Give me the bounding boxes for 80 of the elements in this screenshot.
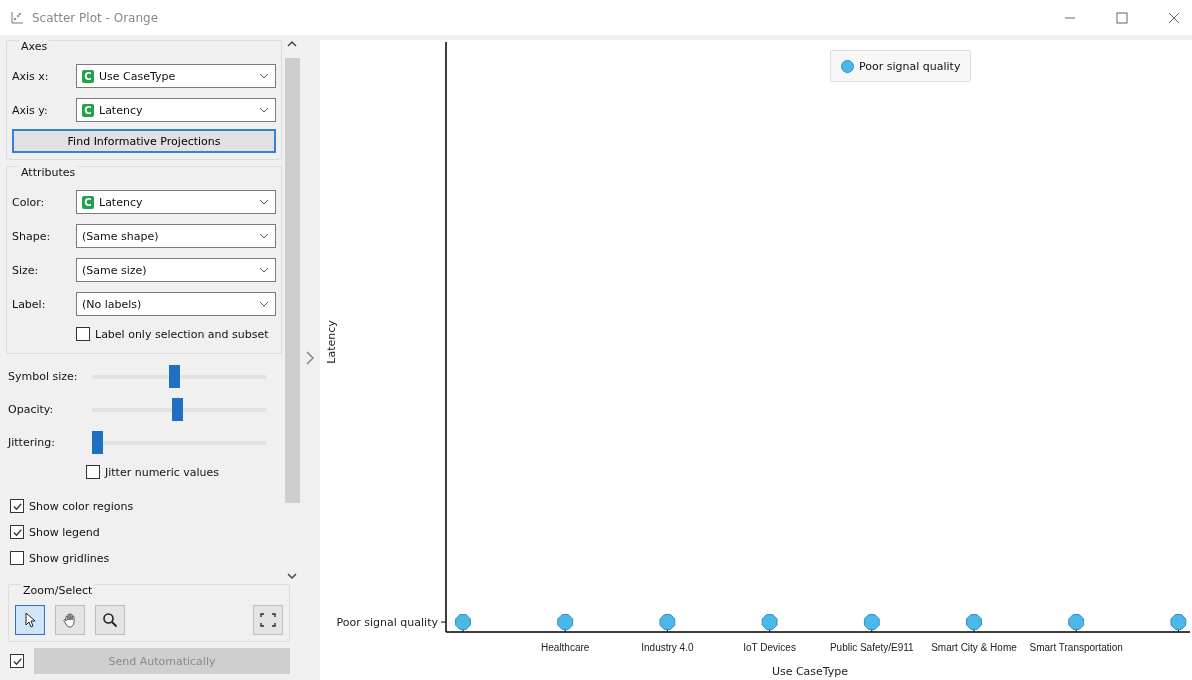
pan-tool-button[interactable]	[55, 605, 85, 635]
slider-label: Jittering:	[8, 436, 56, 449]
field-label: Label:	[12, 297, 47, 311]
data-point	[557, 614, 574, 630]
dropdown[interactable]: C Use CaseType	[76, 64, 277, 88]
scatter-icon	[10, 10, 24, 25]
pointer-tool-button[interactable]	[15, 605, 45, 635]
scroll-down-icon[interactable]	[287, 572, 298, 580]
group-title: Attributes	[19, 166, 78, 179]
checkbox-label: Show gridlines	[29, 551, 110, 565]
x-tick-label: Healthcare	[541, 642, 590, 653]
checkbox[interactable]	[76, 327, 90, 341]
variable-type-badge: C	[82, 195, 94, 209]
hand-icon	[62, 612, 78, 628]
legend-dot	[841, 59, 854, 73]
slider[interactable]	[92, 431, 266, 454]
x-tick-label: Smart City & Home	[931, 642, 1017, 653]
field-label: Axis x:	[12, 69, 50, 83]
group-title: Axes	[19, 40, 50, 53]
data-point	[761, 614, 778, 630]
fullscreen-icon	[260, 613, 276, 627]
y-axis-title: Latency	[325, 320, 338, 364]
data-point	[966, 614, 982, 630]
slider-thumb[interactable]	[172, 398, 183, 421]
data-point	[1170, 614, 1187, 630]
zoom-tool-button[interactable]	[95, 605, 125, 635]
checkbox[interactable]	[10, 551, 24, 565]
caret-icon	[259, 199, 270, 205]
search-icon	[102, 612, 118, 628]
checkbox[interactable]	[10, 499, 24, 513]
find-projections-button[interactable]: Find Informative Projections	[12, 129, 277, 153]
dropdown[interactable]: (Same size)	[76, 258, 277, 282]
slider-label: Opacity:	[8, 403, 55, 416]
x-tick-label: IoT Devices	[743, 642, 796, 653]
checkbox-label: Label only selection and subset	[95, 327, 269, 341]
variable-type-badge: C	[82, 103, 94, 117]
x-tick-label: Public Safety/E911	[829, 642, 914, 653]
field-label: Color:	[12, 195, 46, 209]
slider-thumb[interactable]	[92, 431, 103, 454]
x-tick-label: Industry 4.0	[641, 642, 694, 653]
reset-zoom-button[interactable]	[253, 605, 283, 635]
checkbox-label: Jitter numeric values	[105, 465, 220, 479]
variable-type-badge: C	[82, 69, 94, 83]
y-tick-label: Poor signal quality	[336, 616, 438, 629]
data-point	[455, 614, 471, 630]
group-title: Zoom/Select	[21, 584, 95, 597]
slider[interactable]	[92, 398, 266, 421]
field-label: Axis y:	[12, 103, 49, 117]
caret-icon	[259, 233, 270, 239]
dropdown[interactable]: C Latency	[76, 190, 277, 214]
expand-panel-icon[interactable]	[305, 350, 315, 365]
slider-thumb[interactable]	[168, 365, 180, 388]
window-title: Scatter Plot - Orange	[32, 10, 159, 25]
slider[interactable]	[92, 365, 266, 388]
data-point	[1068, 614, 1085, 630]
slider-label: Symbol size:	[8, 370, 79, 383]
x-tick-label: Smart Transportation	[1029, 642, 1123, 653]
scrollbar-thumb[interactable]	[284, 58, 300, 503]
pointer-icon	[23, 612, 37, 628]
maximize-icon[interactable]	[1116, 11, 1128, 24]
scroll-up-icon[interactable]	[287, 40, 298, 48]
field-label: Size:	[12, 263, 40, 277]
dropdown[interactable]: (Same shape)	[76, 224, 277, 248]
checkbox-label: Show color regions	[29, 499, 134, 513]
caret-icon	[259, 267, 270, 273]
x-axis-title: Use CaseType	[771, 665, 849, 678]
checkbox-label: Show legend	[29, 525, 100, 539]
data-point	[863, 614, 880, 630]
legend-label: Poor signal quality	[859, 59, 961, 73]
dropdown[interactable]: (No labels)	[76, 292, 277, 316]
data-point	[659, 614, 676, 630]
caret-icon	[259, 107, 270, 113]
dropdown[interactable]: C Latency	[76, 98, 277, 122]
caret-icon	[259, 301, 270, 307]
field-label: Shape:	[12, 229, 52, 243]
caret-icon	[259, 73, 270, 79]
close-icon[interactable]	[1168, 11, 1180, 24]
checkbox[interactable]	[86, 465, 100, 479]
checkbox[interactable]	[10, 525, 24, 539]
checkbox[interactable]	[10, 654, 24, 668]
